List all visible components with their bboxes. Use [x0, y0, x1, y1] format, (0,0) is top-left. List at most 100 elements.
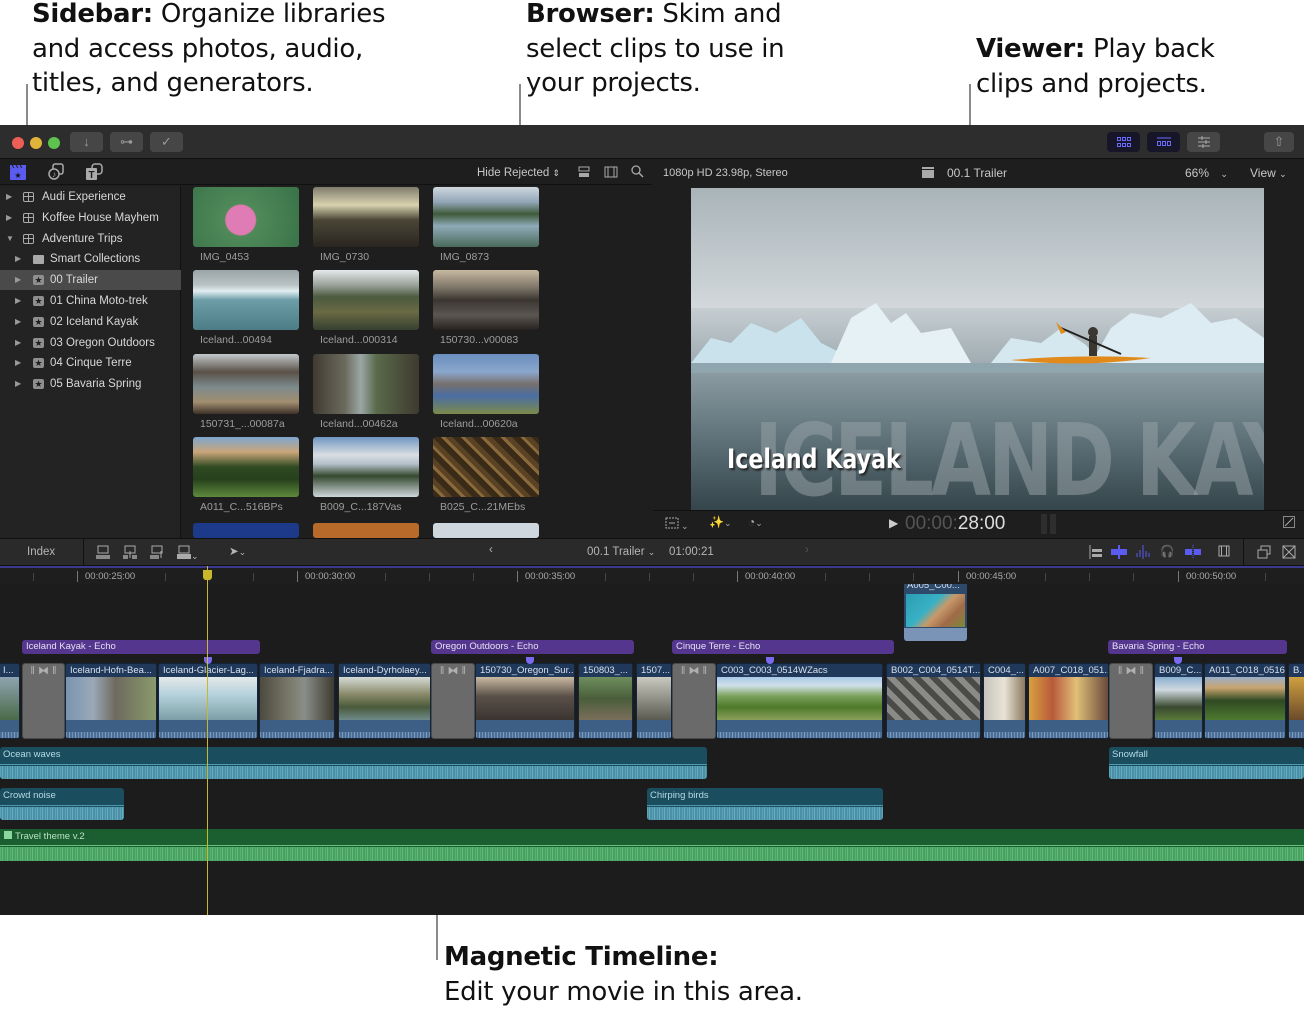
- playhead-handle[interactable]: [203, 570, 212, 580]
- disclosure-collapsed-icon[interactable]: ▶: [15, 249, 25, 269]
- timecode-display[interactable]: 00:00:28:00: [905, 513, 1005, 535]
- timeline-ruler[interactable]: 00:00:25:00 00:00:30:00 00:00:35:00 00:00:4…: [0, 566, 1304, 584]
- enhancements-menu[interactable]: ✨⌄: [709, 515, 732, 529]
- browser-clip-thumbnail[interactable]: [193, 353, 299, 414]
- sidebar-item[interactable]: ▶ ★ 01 China Moto-trek: [0, 291, 181, 311]
- effects-browser-button[interactable]: [1257, 545, 1271, 562]
- transitions-browser-button[interactable]: [1282, 545, 1296, 562]
- disclosure-collapsed-icon[interactable]: ▶: [6, 208, 16, 228]
- title-clip[interactable]: Cinque Terre - Echo: [672, 640, 894, 654]
- magnetic-timeline[interactable]: A005_C00... Iceland Kayak - Echo Oregon O…: [0, 584, 1304, 915]
- cross-dissolve-transition[interactable]: ‖ ⧓ ‖: [1109, 663, 1153, 739]
- sidebar-item[interactable]: ▶ ★ 04 Cinque Terre: [0, 353, 181, 373]
- video-clip[interactable]: A011_C018_0516...: [1204, 663, 1286, 739]
- show-timeline-toggle[interactable]: [1147, 132, 1180, 152]
- clip-appearance-button[interactable]: [578, 165, 590, 177]
- clip-appearance-timeline-toggle[interactable]: [1185, 545, 1201, 562]
- browser-clip-thumbnail[interactable]: [193, 523, 299, 538]
- disclosure-collapsed-icon[interactable]: ▶: [15, 312, 25, 332]
- play-button[interactable]: ▶: [889, 516, 898, 530]
- video-clip[interactable]: Iceland-Fjadra...: [259, 663, 335, 739]
- video-clip[interactable]: Iceland-Hofn-Bea...: [65, 663, 157, 739]
- browser-clip-thumbnail[interactable]: [313, 436, 419, 497]
- playhead[interactable]: [207, 566, 208, 915]
- browser-clip-thumbnail[interactable]: [433, 270, 539, 331]
- video-clip[interactable]: 150730_Oregon_Sur...: [475, 663, 575, 739]
- import-button[interactable]: ↓: [70, 132, 103, 152]
- volume-line[interactable]: [647, 805, 883, 806]
- keywords-button[interactable]: ⊶: [110, 132, 143, 152]
- libraries-tab[interactable]: ★: [9, 163, 29, 181]
- disclosure-collapsed-icon[interactable]: ▶: [6, 187, 16, 207]
- browser-clip-thumbnail[interactable]: [433, 353, 539, 414]
- sidebar-item[interactable]: ▶ ★ 02 Iceland Kayak: [0, 312, 181, 332]
- disclosure-collapsed-icon[interactable]: ▶: [15, 374, 25, 394]
- timeline-clip-appearance-button[interactable]: [1218, 545, 1230, 562]
- share-button[interactable]: ⇧: [1264, 132, 1294, 152]
- sidebar-item[interactable]: ▶ ★ 05 Bavaria Spring: [0, 374, 181, 394]
- sidebar-item[interactable]: ▶ ★ 00 Trailer: [0, 270, 181, 291]
- browser-clip-thumbnail[interactable]: [313, 353, 419, 414]
- retime-menu[interactable]: ◔⌄: [748, 515, 763, 529]
- search-button[interactable]: [631, 165, 644, 178]
- video-clip[interactable]: A007_C018_051...: [1028, 663, 1109, 739]
- clip-filter-popup[interactable]: Hide Rejected ⇕: [477, 167, 560, 179]
- music-clip[interactable]: Travel theme v.2: [0, 829, 1304, 861]
- insert-clip-button[interactable]: [123, 545, 137, 562]
- photos-audio-tab[interactable]: ♪: [47, 163, 67, 181]
- show-inspector-toggle[interactable]: [1187, 132, 1220, 152]
- video-clip[interactable]: Iceland-Dyrholaey...: [338, 663, 431, 739]
- title-clip[interactable]: Oregon Outdoors - Echo: [431, 640, 634, 654]
- browser-clip-thumbnail[interactable]: [433, 187, 539, 247]
- index-button[interactable]: Index: [27, 546, 55, 558]
- browser-clip-thumbnail[interactable]: [193, 270, 299, 331]
- show-browser-toggle[interactable]: [1107, 132, 1140, 152]
- append-clip-button[interactable]: [150, 545, 164, 562]
- sidebar-item[interactable]: ▶ Koffee House Mayhem: [0, 208, 181, 228]
- video-clip[interactable]: B002_C004_0514T...: [886, 663, 981, 739]
- volume-line[interactable]: [1109, 764, 1304, 765]
- skimming-toggle[interactable]: [1086, 545, 1102, 562]
- fullscreen-button[interactable]: [1283, 516, 1295, 531]
- video-clip[interactable]: I...: [0, 663, 20, 739]
- disclosure-collapsed-icon[interactable]: ▶: [15, 333, 25, 353]
- connect-clip-button[interactable]: [96, 545, 110, 562]
- titles-generators-tab[interactable]: T: [85, 163, 105, 181]
- sidebar-item[interactable]: ▶ Smart Collections: [0, 249, 181, 269]
- cross-dissolve-transition[interactable]: ‖ ⧓ ‖: [22, 663, 65, 739]
- title-clip[interactable]: Iceland Kayak - Echo: [22, 640, 260, 654]
- minimize-window-button[interactable]: [30, 137, 42, 149]
- browser-clip-thumbnail[interactable]: [313, 523, 419, 538]
- tool-select-menu[interactable]: ➤⌄: [229, 544, 246, 558]
- cross-dissolve-transition[interactable]: ‖ ⧓ ‖: [672, 663, 716, 739]
- volume-line[interactable]: [0, 764, 707, 765]
- close-window-button[interactable]: [12, 137, 24, 149]
- video-clip[interactable]: 1507...: [636, 663, 672, 739]
- timeline-history-back[interactable]: ‹: [489, 544, 493, 556]
- connected-clip[interactable]: A005_C00...: [904, 584, 967, 641]
- video-clip[interactable]: C004_...: [983, 663, 1026, 739]
- video-clip[interactable]: C003_C003_0514WZacs: [716, 663, 883, 739]
- transform-menu[interactable]: ⌄: [665, 517, 689, 532]
- timeline-history-forward[interactable]: ›: [805, 544, 809, 556]
- zoom-window-button[interactable]: [48, 137, 60, 149]
- sidebar-item[interactable]: ▼ Adventure Trips: [0, 229, 181, 249]
- overwrite-clip-menu[interactable]: ⌄: [177, 545, 199, 562]
- disclosure-collapsed-icon[interactable]: ▶: [15, 353, 25, 373]
- browser-clip-thumbnail[interactable]: [313, 187, 419, 247]
- audio-clip[interactable]: Chirping birds: [647, 788, 883, 820]
- video-clip[interactable]: B009_C...: [1154, 663, 1203, 739]
- solo-toggle[interactable]: 🎧: [1160, 544, 1174, 558]
- background-tasks-button[interactable]: ✓: [150, 132, 183, 152]
- cross-dissolve-transition[interactable]: ‖ ⧓ ‖: [431, 663, 475, 739]
- video-clip[interactable]: 150803_...: [578, 663, 633, 739]
- disclosure-collapsed-icon[interactable]: ▶: [15, 270, 25, 290]
- sidebar-item[interactable]: ▶ Audi Experience: [0, 187, 181, 207]
- browser-clip-thumbnail[interactable]: [313, 270, 419, 331]
- audio-clip[interactable]: Crowd noise: [0, 788, 124, 820]
- filmstrip-view-button[interactable]: [604, 165, 618, 178]
- title-clip[interactable]: Bavaria Spring - Echo: [1108, 640, 1287, 654]
- view-menu[interactable]: View ⌄: [1250, 166, 1287, 180]
- snapping-toggle[interactable]: [1111, 545, 1127, 562]
- audio-clip[interactable]: Ocean waves: [0, 747, 707, 779]
